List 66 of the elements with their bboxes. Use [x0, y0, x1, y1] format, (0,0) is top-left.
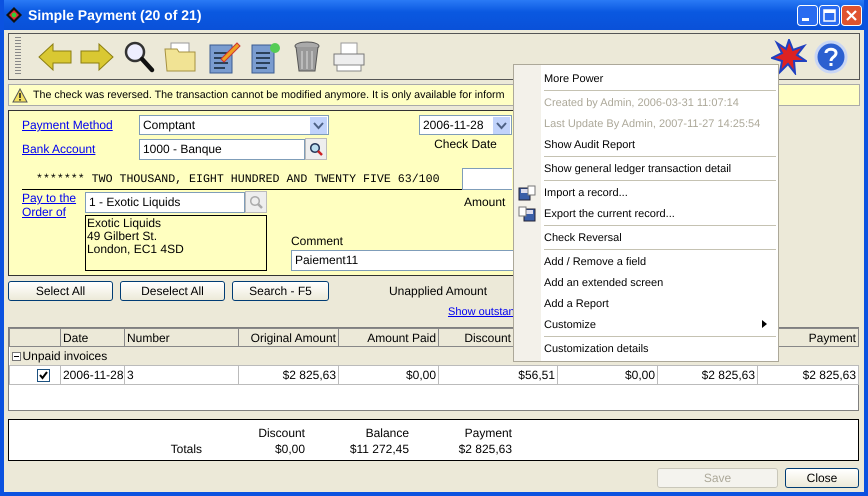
- table-cell: $0,00: [558, 366, 658, 384]
- column-header[interactable]: Original Amount: [238, 328, 338, 346]
- minimize-button[interactable]: [797, 4, 818, 26]
- app-icon: [6, 7, 22, 23]
- amount-field[interactable]: [462, 168, 512, 190]
- totals-label: Totals: [170, 442, 202, 456]
- address-line: Exotic Liquids: [87, 217, 162, 230]
- help-icon[interactable]: [813, 38, 849, 74]
- field-link[interactable]: Bank Account: [22, 142, 139, 156]
- amount-in-words: ******* TWO THOUSAND, EIGHT HUNDRED AND TWENTY FIVE 63/100: [22, 173, 462, 190]
- column-header[interactable]: Amount Paid: [338, 328, 438, 346]
- starburst-icon[interactable]: [771, 38, 807, 74]
- action-button[interactable]: Deselect All: [120, 281, 225, 301]
- menu-item[interactable]: Import a record...: [514, 182, 778, 203]
- lookup-button[interactable]: [305, 138, 327, 160]
- field-label: Amount: [464, 195, 506, 209]
- search-icon: [249, 195, 264, 209]
- table-cell: 2006-11-28: [60, 366, 124, 384]
- totals-heading: Balance: [364, 426, 409, 440]
- import-icon: [518, 185, 536, 201]
- bank-account-field[interactable]: 1000 - Banque: [139, 138, 305, 160]
- address-line: 49 Gilbert St.: [87, 230, 158, 243]
- menu-item[interactable]: Show Audit Report: [514, 134, 778, 155]
- totals-heading: Discount: [257, 426, 305, 440]
- action-button[interactable]: Search - F5: [232, 281, 329, 301]
- menu-item[interactable]: Add an extended screen: [514, 272, 778, 293]
- date-dropdown[interactable]: 2006-11-28: [419, 115, 512, 135]
- table-cell: $2 825,63: [658, 366, 758, 384]
- menu-item[interactable]: Add a Report: [514, 293, 778, 314]
- export-icon: [518, 206, 536, 222]
- window-title: Simple Payment (20 of 21): [28, 7, 203, 23]
- maximize-button[interactable]: [819, 4, 840, 26]
- submenu-arrow-icon: [762, 320, 767, 328]
- grip-icon: [15, 36, 21, 76]
- table-cell: 3: [124, 366, 238, 384]
- field-label: Comment: [291, 234, 344, 248]
- field-link[interactable]: Payment Method: [22, 118, 139, 132]
- footer-button[interactable]: Close: [785, 468, 859, 488]
- action-button[interactable]: Select All: [8, 281, 113, 301]
- table-cell: $2 825,63: [238, 366, 338, 384]
- checkbox[interactable]: [36, 369, 50, 382]
- column-header[interactable]: Date: [60, 328, 124, 346]
- menu-item[interactable]: More Power: [514, 68, 778, 89]
- totals-heading: Payment: [464, 426, 512, 440]
- unapplied-label: Unapplied Amount: [389, 284, 488, 298]
- search-icon: [309, 142, 323, 156]
- menu-item[interactable]: Export the current record...: [514, 203, 778, 224]
- payment-method-dropdown[interactable]: Comptant: [139, 115, 329, 135]
- menu-item[interactable]: Check Reversal: [514, 227, 778, 248]
- field-link[interactable]: Pay to the Order of: [22, 191, 85, 271]
- group-label: Unpaid invoices: [22, 349, 108, 363]
- totals-value: $2 825,63: [458, 442, 512, 456]
- table-cell: $0,00: [338, 366, 438, 384]
- payee-field[interactable]: 1 - Exotic Liquids: [85, 192, 246, 212]
- column-header[interactable]: Number: [124, 328, 238, 346]
- field-label: Check Date: [434, 137, 497, 151]
- warning-message: The check was reversed. The transaction cannot be modified anymore. It is only available for inform: [33, 89, 504, 101]
- collapse-toggle[interactable]: [12, 352, 20, 360]
- table-cell: $56,51: [438, 366, 558, 384]
- warning-icon: [12, 88, 28, 102]
- menu-item[interactable]: Show general ledger transaction detail: [514, 158, 778, 179]
- totals-value: $0,00: [274, 442, 305, 456]
- address-line: London, EC1 4SD: [87, 243, 185, 256]
- table-cell: $2 825,63: [758, 366, 858, 384]
- close-button[interactable]: [841, 4, 862, 26]
- totals-value: $11 272,45: [348, 442, 409, 456]
